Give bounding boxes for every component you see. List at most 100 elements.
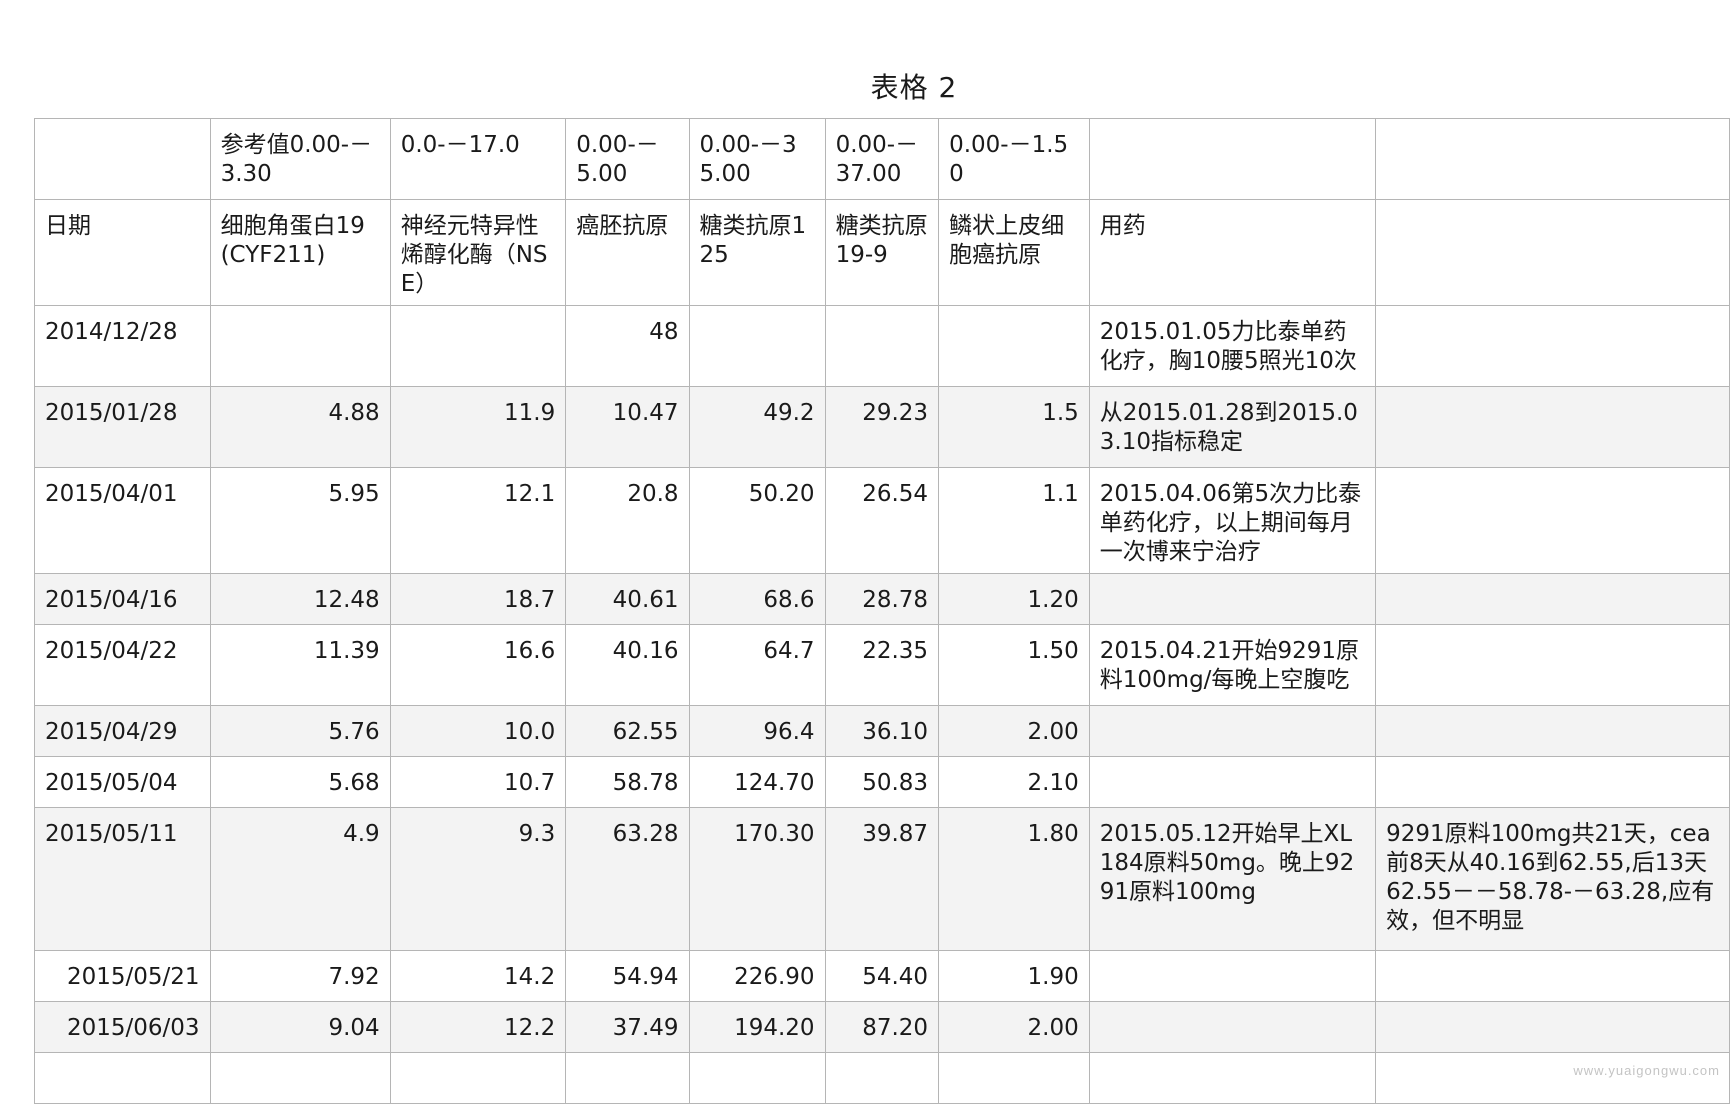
value-cell	[389, 305, 567, 387]
value-cell: 22.35	[824, 624, 940, 706]
header-cell: 神经元特异性烯醇化酶（NSE）	[389, 199, 567, 306]
note-cell: 9291原料100mg共21天，cea前8天从40.16到62.55,后13天6…	[1375, 807, 1730, 951]
reference-cell	[1088, 118, 1377, 200]
value-cell	[688, 1052, 826, 1104]
medication-cell: 2015.04.21开始9291原料100mg/每晚上空腹吃	[1088, 624, 1377, 706]
note-cell	[1375, 573, 1730, 625]
value-cell: 1.5	[938, 386, 1090, 468]
header-cell: 糖类抗原19-9	[824, 199, 940, 306]
date-cell: 2015/05/21	[34, 950, 211, 1002]
reference-cell	[34, 118, 211, 200]
date-cell: 2015/04/29	[34, 705, 211, 757]
value-cell: 4.88	[209, 386, 391, 468]
value-cell: 20.8	[565, 467, 690, 574]
table-row	[34, 1052, 1730, 1104]
value-cell: 1.80	[938, 807, 1090, 951]
date-cell: 2015/04/01	[34, 467, 211, 574]
table-row: 2015/04/22 11.39 16.6 40.16 64.7 22.35 1…	[34, 624, 1730, 706]
value-cell: 64.7	[688, 624, 826, 706]
value-cell: 5.95	[209, 467, 391, 574]
date-cell	[34, 1052, 211, 1104]
value-cell: 63.28	[565, 807, 690, 951]
value-cell: 48	[565, 305, 690, 387]
date-cell: 2015/05/11	[34, 807, 211, 951]
value-cell: 96.4	[688, 705, 826, 757]
value-cell	[938, 1052, 1090, 1104]
value-cell: 37.49	[565, 1001, 690, 1053]
reference-cell: 0.00-－5.00	[565, 118, 690, 200]
value-cell: 10.47	[565, 386, 690, 468]
date-cell: 2014/12/28	[34, 305, 211, 387]
value-cell: 124.70	[688, 756, 826, 808]
reference-row: 参考值0.00-－3.30 0.0-－17.0 0.00-－5.00 0.00-…	[34, 118, 1730, 200]
medication-cell	[1088, 1001, 1377, 1053]
note-cell	[1375, 1052, 1730, 1104]
value-cell: 87.20	[824, 1001, 940, 1053]
table-row: 2015/05/21 7.92 14.2 54.94 226.90 54.40 …	[34, 950, 1730, 1002]
watermark: www.yuaigongwu.com	[1573, 1063, 1720, 1078]
value-cell	[938, 305, 1090, 387]
value-cell: 12.1	[389, 467, 567, 574]
value-cell: 5.76	[209, 705, 391, 757]
value-cell: 9.04	[209, 1001, 391, 1053]
table-row: 2015/05/11 4.9 9.3 63.28 170.30 39.87 1.…	[34, 807, 1730, 951]
reference-cell: 0.00-－1.50	[938, 118, 1090, 200]
value-cell: 16.6	[389, 624, 567, 706]
value-cell: 49.2	[688, 386, 826, 468]
reference-cell: 0.00-－35.00	[688, 118, 826, 200]
reference-cell: 0.00-－37.00	[824, 118, 940, 200]
value-cell: 50.20	[688, 467, 826, 574]
value-cell: 2.00	[938, 1001, 1090, 1053]
reference-cell: 0.0-－17.0	[389, 118, 567, 200]
value-cell	[688, 305, 826, 387]
table-row: 2014/12/28 48 2015.01.05力比泰单药化疗，胸10腰5照光1…	[34, 305, 1730, 387]
medication-cell	[1088, 705, 1377, 757]
value-cell: 36.10	[824, 705, 940, 757]
header-cell: 鳞状上皮细胞癌抗原	[938, 199, 1090, 306]
value-cell: 39.87	[824, 807, 940, 951]
table-row: 2015/06/03 9.04 12.2 37.49 194.20 87.20 …	[34, 1001, 1730, 1053]
value-cell: 26.54	[824, 467, 940, 574]
header-row: 日期 细胞角蛋白19(CYF211) 神经元特异性烯醇化酶（NSE） 癌胚抗原 …	[34, 199, 1730, 306]
value-cell: 18.7	[389, 573, 567, 625]
value-cell: 12.48	[209, 573, 391, 625]
value-cell: 68.6	[688, 573, 826, 625]
value-cell: 54.94	[565, 950, 690, 1002]
header-cell	[1375, 199, 1730, 306]
reference-cell: 参考值0.00-－3.30	[209, 118, 391, 200]
value-cell: 1.50	[938, 624, 1090, 706]
note-cell	[1375, 756, 1730, 808]
value-cell: 12.2	[389, 1001, 567, 1053]
table-row: 2015/04/16 12.48 18.7 40.61 68.6 28.78 1…	[34, 573, 1730, 625]
table-row: 2015/04/01 5.95 12.1 20.8 50.20 26.54 1.…	[34, 467, 1730, 574]
header-cell: 细胞角蛋白19(CYF211)	[209, 199, 391, 306]
table-row: 2015/04/29 5.76 10.0 62.55 96.4 36.10 2.…	[34, 705, 1730, 757]
value-cell: 10.7	[389, 756, 567, 808]
value-cell: 28.78	[824, 573, 940, 625]
note-cell	[1375, 467, 1730, 574]
value-cell: 40.16	[565, 624, 690, 706]
value-cell: 62.55	[565, 705, 690, 757]
value-cell: 194.20	[688, 1001, 826, 1053]
value-cell: 11.39	[209, 624, 391, 706]
value-cell: 5.68	[209, 756, 391, 808]
value-cell: 1.20	[938, 573, 1090, 625]
date-cell: 2015/05/04	[34, 756, 211, 808]
header-cell: 癌胚抗原	[565, 199, 690, 306]
value-cell: 1.90	[938, 950, 1090, 1002]
date-cell: 2015/01/28	[34, 386, 211, 468]
value-cell	[824, 305, 940, 387]
value-cell	[209, 305, 391, 387]
note-cell	[1375, 705, 1730, 757]
value-cell	[824, 1052, 940, 1104]
header-cell-date: 日期	[34, 199, 211, 306]
medication-cell: 2015.04.06第5次力比泰单药化疗，以上期间每月一次博来宁治疗	[1088, 467, 1377, 574]
note-cell	[1375, 1001, 1730, 1053]
value-cell: 9.3	[389, 807, 567, 951]
table-row: 2015/05/04 5.68 10.7 58.78 124.70 50.83 …	[34, 756, 1730, 808]
reference-cell	[1375, 118, 1730, 200]
table-title: 表格 2	[870, 71, 958, 104]
date-cell: 2015/04/22	[34, 624, 211, 706]
value-cell	[209, 1052, 391, 1104]
value-cell: 2.10	[938, 756, 1090, 808]
